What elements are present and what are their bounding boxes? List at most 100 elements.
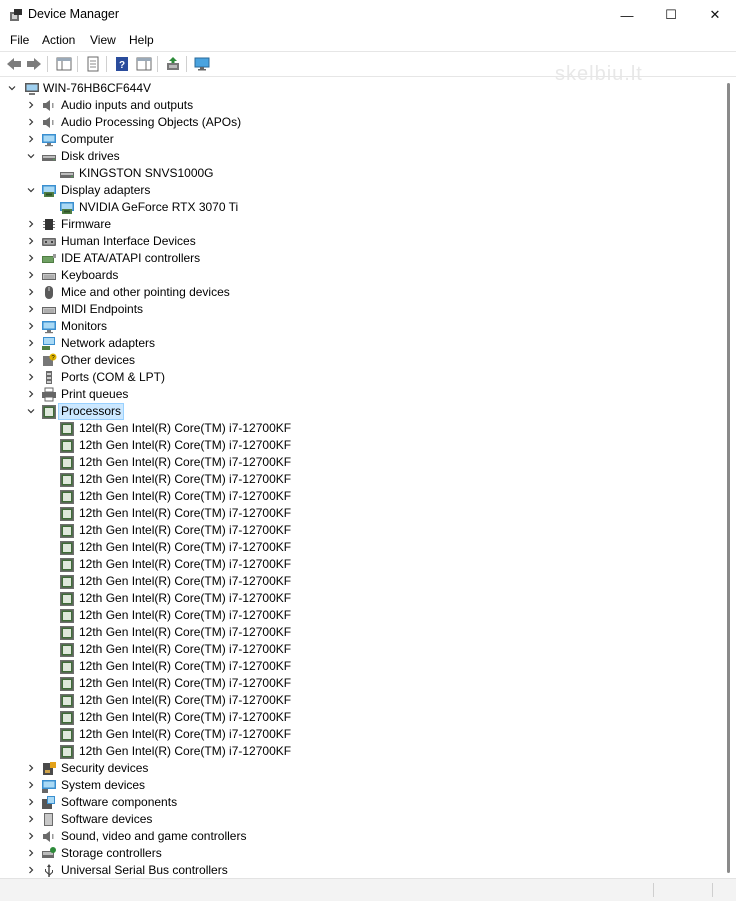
tree-category-ide-ata-atapi-controllers[interactable]: IDE ATA/ATAPI controllers xyxy=(0,250,700,267)
tree-device-item[interactable]: 12th Gen Intel(R) Core(TM) i7-12700KF xyxy=(0,675,700,692)
chevron-right-icon[interactable] xyxy=(25,796,37,808)
printer-icon xyxy=(42,387,56,402)
chevron-down-icon[interactable] xyxy=(25,150,37,162)
vertical-scrollbar[interactable] xyxy=(720,77,736,877)
tree-category-computer[interactable]: Computer xyxy=(0,131,700,148)
chevron-right-icon[interactable] xyxy=(25,779,37,791)
tree-category-processors[interactable]: Processors xyxy=(0,403,700,420)
tree-category-universal-serial-bus-controllers[interactable]: Universal Serial Bus controllers xyxy=(0,862,700,877)
chevron-down-icon[interactable] xyxy=(25,405,37,417)
chevron-right-icon[interactable] xyxy=(25,218,37,230)
menu-help[interactable]: Help xyxy=(129,33,154,47)
scan-hardware-button[interactable] xyxy=(193,55,211,73)
tree-category-keyboards[interactable]: Keyboards xyxy=(0,267,700,284)
tree-device-item[interactable]: 12th Gen Intel(R) Core(TM) i7-12700KF xyxy=(0,624,700,641)
tree-item-label: Mice and other pointing devices xyxy=(61,285,230,299)
tree-device-item[interactable]: 12th Gen Intel(R) Core(TM) i7-12700KF xyxy=(0,437,700,454)
close-button[interactable]: ✕ xyxy=(692,0,736,30)
tree-category-other-devices[interactable]: ? Other devices xyxy=(0,352,700,369)
update-driver-button[interactable] xyxy=(164,55,182,73)
chevron-right-icon[interactable] xyxy=(25,337,37,349)
chevron-right-icon[interactable] xyxy=(25,99,37,111)
tree-category-midi-endpoints[interactable]: MIDI Endpoints xyxy=(0,301,700,318)
maximize-button[interactable]: ☐ xyxy=(648,0,694,30)
tree-category-firmware[interactable]: Firmware xyxy=(0,216,700,233)
tree-category-disk-drives[interactable]: Disk drives xyxy=(0,148,700,165)
chevron-down-icon[interactable] xyxy=(6,82,18,94)
properties-button[interactable] xyxy=(84,55,102,73)
processor-icon xyxy=(60,456,74,470)
tree-device-item[interactable]: 12th Gen Intel(R) Core(TM) i7-12700KF xyxy=(0,709,700,726)
chevron-right-icon[interactable] xyxy=(25,830,37,842)
tree-category-sound-video-and-game-controllers[interactable]: Sound, video and game controllers xyxy=(0,828,700,845)
chevron-down-icon[interactable] xyxy=(25,184,37,196)
tree-category-software-components[interactable]: Software components xyxy=(0,794,700,811)
tree-category-audio-inputs-and-outputs[interactable]: Audio inputs and outputs xyxy=(0,97,700,114)
forward-button[interactable] xyxy=(25,55,43,73)
display-adapter-icon xyxy=(60,202,74,214)
tree-category-security-devices[interactable]: Security devices xyxy=(0,760,700,777)
tree-category-human-interface-devices[interactable]: Human Interface Devices xyxy=(0,233,700,250)
tree-device-item[interactable]: 12th Gen Intel(R) Core(TM) i7-12700KF xyxy=(0,726,700,743)
tree-device-item[interactable]: NVIDIA GeForce RTX 3070 Ti xyxy=(0,199,700,216)
chevron-right-icon[interactable] xyxy=(25,235,37,247)
tree-device-item[interactable]: 12th Gen Intel(R) Core(TM) i7-12700KF xyxy=(0,522,700,539)
tree-item-label: Display adapters xyxy=(61,183,151,197)
minimize-button[interactable]: — xyxy=(604,0,650,30)
chevron-right-icon[interactable] xyxy=(25,388,37,400)
tree-category-software-devices[interactable]: Software devices xyxy=(0,811,700,828)
show-hide-console-tree-icon xyxy=(56,57,72,71)
chevron-right-icon[interactable] xyxy=(25,847,37,859)
tree-category-print-queues[interactable]: Print queues xyxy=(0,386,700,403)
tree-root[interactable]: WIN-76HB6CF644V xyxy=(0,80,700,97)
chevron-right-icon[interactable] xyxy=(25,864,37,876)
tree-category-network-adapters[interactable]: Network adapters xyxy=(0,335,700,352)
back-button[interactable] xyxy=(5,55,23,73)
menu-file[interactable]: File xyxy=(10,33,29,47)
tree-category-display-adapters[interactable]: Display adapters xyxy=(0,182,700,199)
speaker-icon xyxy=(43,100,54,111)
tree-category-audio-processing-objects-apos[interactable]: Audio Processing Objects (APOs) xyxy=(0,114,700,131)
tree-device-item[interactable]: 12th Gen Intel(R) Core(TM) i7-12700KF xyxy=(0,743,700,760)
show-hide-console-tree-button[interactable] xyxy=(55,55,73,73)
tree-device-item[interactable]: 12th Gen Intel(R) Core(TM) i7-12700KF xyxy=(0,590,700,607)
tree-device-item[interactable]: 12th Gen Intel(R) Core(TM) i7-12700KF xyxy=(0,454,700,471)
tree-device-item[interactable]: 12th Gen Intel(R) Core(TM) i7-12700KF xyxy=(0,420,700,437)
menu-action[interactable]: Action xyxy=(42,33,75,47)
chevron-right-icon[interactable] xyxy=(25,813,37,825)
tree-item-label: 12th Gen Intel(R) Core(TM) i7-12700KF xyxy=(79,710,292,724)
tree-category-system-devices[interactable]: System devices xyxy=(0,777,700,794)
chevron-right-icon[interactable] xyxy=(25,320,37,332)
tree-item-label: Sound, video and game controllers xyxy=(61,829,247,843)
tree-device-item[interactable]: 12th Gen Intel(R) Core(TM) i7-12700KF xyxy=(0,607,700,624)
chevron-right-icon[interactable] xyxy=(25,133,37,145)
help-button[interactable]: ? xyxy=(113,55,131,73)
tree-device-item[interactable]: 12th Gen Intel(R) Core(TM) i7-12700KF xyxy=(0,573,700,590)
menu-view[interactable]: View xyxy=(90,33,116,47)
tree-category-storage-controllers[interactable]: Storage controllers xyxy=(0,845,700,862)
chevron-right-icon[interactable] xyxy=(25,371,37,383)
tree-device-item[interactable]: 12th Gen Intel(R) Core(TM) i7-12700KF xyxy=(0,692,700,709)
tree-category-mice-and-other-pointing-devices[interactable]: Mice and other pointing devices xyxy=(0,284,700,301)
tree-device-item[interactable]: 12th Gen Intel(R) Core(TM) i7-12700KF xyxy=(0,556,700,573)
tree-device-item[interactable]: 12th Gen Intel(R) Core(TM) i7-12700KF xyxy=(0,658,700,675)
tree-device-item[interactable]: 12th Gen Intel(R) Core(TM) i7-12700KF xyxy=(0,539,700,556)
chevron-right-icon[interactable] xyxy=(25,762,37,774)
usb-icon xyxy=(45,864,53,877)
tree-category-ports-com-lpt[interactable]: Ports (COM & LPT) xyxy=(0,369,700,386)
tree-device-item[interactable]: KINGSTON SNVS1000G xyxy=(0,165,700,182)
action-pane-button[interactable] xyxy=(135,55,153,73)
chevron-right-icon[interactable] xyxy=(25,286,37,298)
tree-device-item[interactable]: 12th Gen Intel(R) Core(TM) i7-12700KF xyxy=(0,505,700,522)
tree-item-label: Processors xyxy=(58,403,125,420)
chevron-right-icon[interactable] xyxy=(25,269,37,281)
chevron-right-icon[interactable] xyxy=(25,252,37,264)
tree-device-item[interactable]: 12th Gen Intel(R) Core(TM) i7-12700KF xyxy=(0,641,700,658)
tree-device-item[interactable]: 12th Gen Intel(R) Core(TM) i7-12700KF xyxy=(0,471,700,488)
tree-device-item[interactable]: 12th Gen Intel(R) Core(TM) i7-12700KF xyxy=(0,488,700,505)
scrollbar-thumb[interactable] xyxy=(727,83,730,873)
chevron-right-icon[interactable] xyxy=(25,354,37,366)
tree-category-monitors[interactable]: Monitors xyxy=(0,318,700,335)
chevron-right-icon[interactable] xyxy=(25,116,37,128)
chevron-right-icon[interactable] xyxy=(25,303,37,315)
